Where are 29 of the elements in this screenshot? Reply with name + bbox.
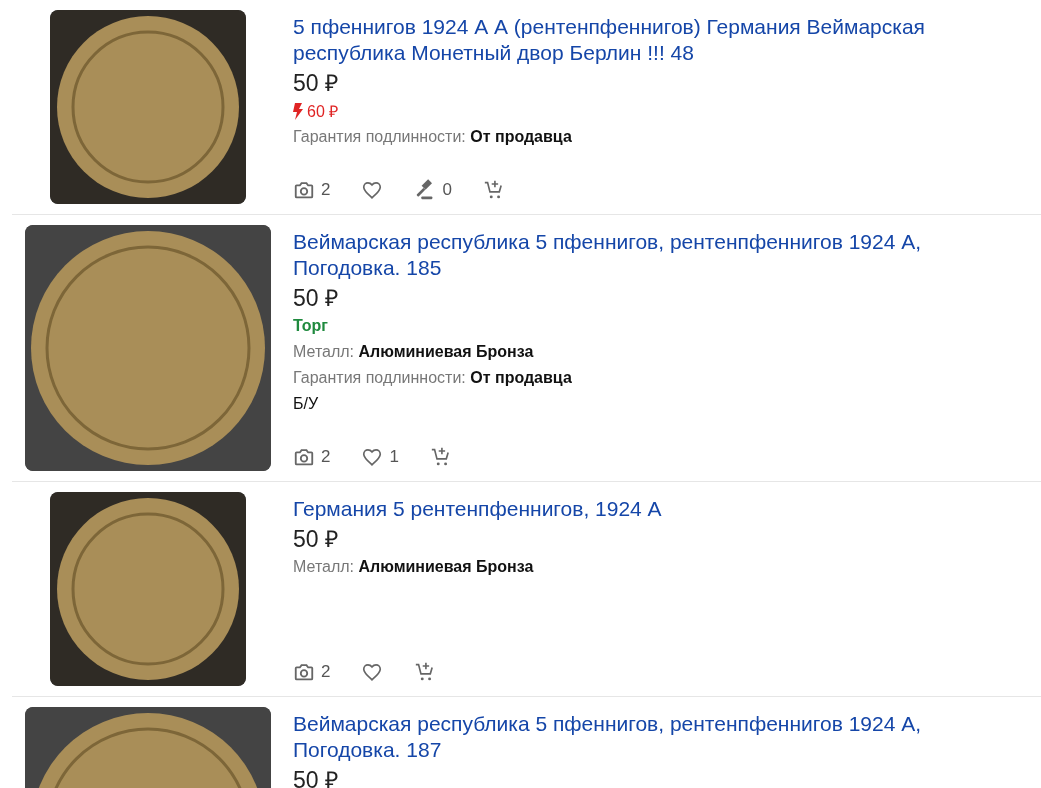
heart-icon[interactable] xyxy=(361,446,384,468)
lot-title-link[interactable]: 5 пфеннигов 1924 А А (рентенпфеннигов) Германия Веймарская республика Монетный двор Берлин !!! 48 xyxy=(293,14,1011,66)
lot-title-link[interactable]: Германия 5 рентенпфеннигов, 1924 А xyxy=(293,496,1011,522)
attribute-text: Гарантия подлинности: От продавца xyxy=(293,127,573,147)
price: 50 ₽ xyxy=(293,766,339,788)
price: 50 ₽ xyxy=(293,525,339,554)
price: 50 ₽ xyxy=(293,284,339,313)
photo-count: 2 xyxy=(321,447,331,467)
add-to-cart-icon[interactable] xyxy=(482,179,505,201)
camera-icon[interactable] xyxy=(293,661,315,683)
lot-title-link[interactable]: Веймарская республика 5 пфеннигов, рентенпфеннигов 1924 А, Погодовка. 187 xyxy=(293,711,1011,763)
price: 50 ₽ xyxy=(293,69,339,98)
condition-text: Б/У xyxy=(293,394,320,414)
camera-icon[interactable] xyxy=(293,446,315,468)
add-to-cart-icon[interactable] xyxy=(429,446,452,468)
attribute-text: Металл: Алюминиевая Бронза xyxy=(293,342,535,362)
photo-count: 2 xyxy=(321,662,331,682)
bid-count: 0 xyxy=(442,180,452,200)
lot-title-link[interactable]: Веймарская республика 5 пфеннигов, рентенпфеннигов 1924 А, Погодовка. 185 xyxy=(293,229,1011,281)
heart-icon[interactable] xyxy=(361,179,384,201)
like-count: 1 xyxy=(389,447,399,467)
attribute-text: Гарантия подлинности: От продавца xyxy=(293,368,573,388)
attribute-text: Металл: Алюминиевая Бронза xyxy=(293,557,535,577)
photo-count: 2 xyxy=(321,180,331,200)
lightning-icon xyxy=(293,102,303,120)
bargain-label: Торг xyxy=(293,316,329,336)
buy-now-price: 60 ₽ xyxy=(307,102,339,122)
heart-icon[interactable] xyxy=(361,661,384,683)
camera-icon[interactable] xyxy=(293,179,315,201)
